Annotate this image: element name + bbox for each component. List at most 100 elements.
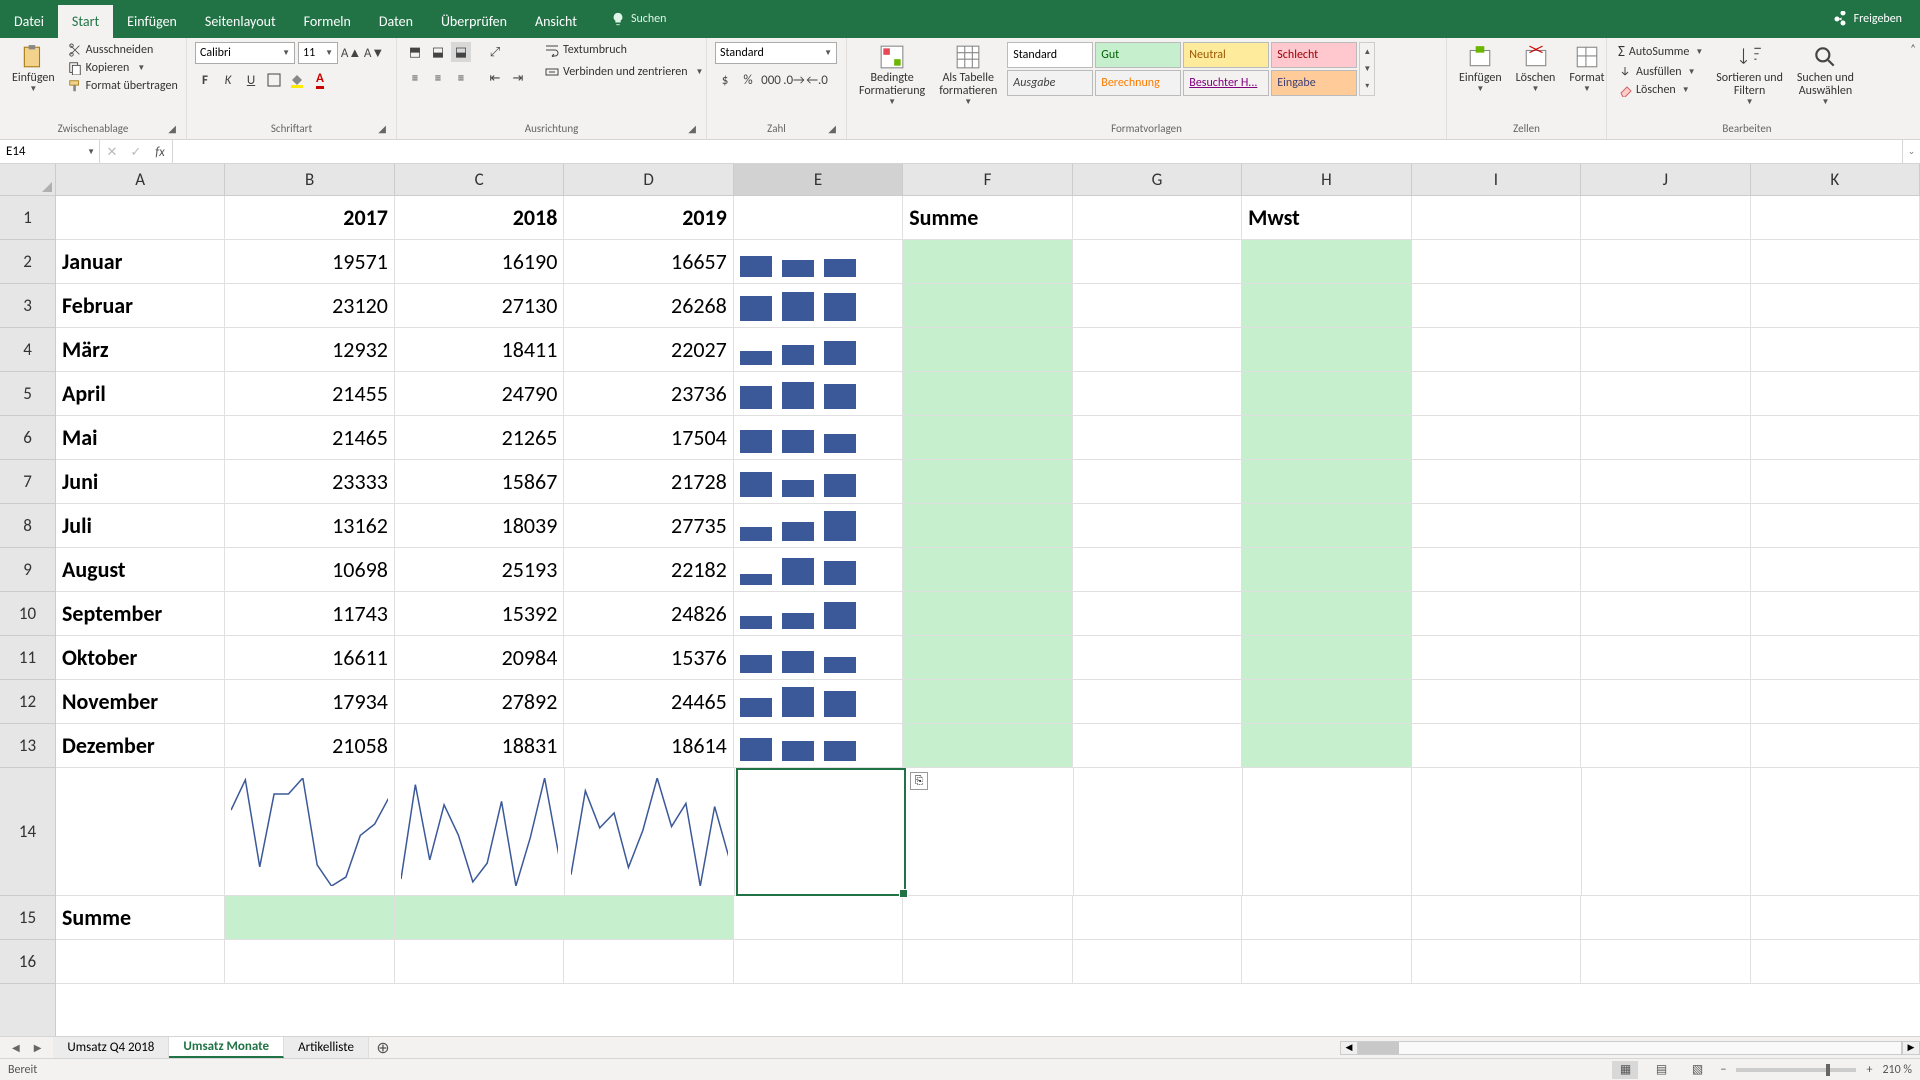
cell-D6[interactable]: 17504 (564, 416, 733, 460)
cell-G9[interactable] (1073, 548, 1242, 592)
cell-A1[interactable] (56, 196, 225, 240)
fx-icon[interactable]: fx (148, 140, 172, 164)
bold-button[interactable]: F (195, 70, 215, 90)
row-header-6[interactable]: 6 (0, 416, 55, 460)
cell-I10[interactable] (1412, 592, 1581, 636)
number-launcher[interactable]: ◢ (828, 122, 836, 135)
increase-decimal-icon[interactable]: .0→ (784, 70, 804, 90)
cell-C15[interactable] (395, 896, 564, 940)
cell-G6[interactable] (1073, 416, 1242, 460)
page-layout-view-icon[interactable]: ▤ (1648, 1061, 1674, 1079)
cell-H10[interactable] (1242, 592, 1411, 636)
cell-C14[interactable] (395, 768, 565, 896)
cell-F4[interactable] (903, 328, 1072, 372)
sheet-tab-umsatz-monate[interactable]: Umsatz Monate (169, 1037, 284, 1058)
cell-E1[interactable] (734, 196, 903, 240)
cell-G15[interactable] (1073, 896, 1242, 940)
col-header-K[interactable]: K (1751, 164, 1920, 195)
cell-B5[interactable]: 21455 (225, 372, 394, 416)
cell-C5[interactable]: 24790 (395, 372, 564, 416)
cell-H11[interactable] (1242, 636, 1411, 680)
cell-G7[interactable] (1073, 460, 1242, 504)
insert-cells-button[interactable]: Einfügen▼ (1455, 42, 1506, 96)
cell-A14[interactable] (56, 768, 225, 896)
cell-G16[interactable] (1073, 940, 1242, 984)
align-top-icon[interactable]: ⬒ (405, 42, 425, 62)
cell-C2[interactable]: 16190 (395, 240, 564, 284)
cell-D4[interactable]: 22027 (564, 328, 733, 372)
cell-E8[interactable] (734, 504, 903, 548)
cell-E6[interactable] (734, 416, 903, 460)
merge-center-button[interactable]: Verbinden und zentrieren▼ (542, 64, 706, 80)
cell-G1[interactable] (1073, 196, 1242, 240)
cell-E7[interactable] (734, 460, 903, 504)
quick-analysis-icon[interactable]: ⎘ (910, 772, 928, 790)
cell-K1[interactable] (1751, 196, 1920, 240)
row-header-11[interactable]: 11 (0, 636, 55, 680)
cell-E5[interactable] (734, 372, 903, 416)
cell-G10[interactable] (1073, 592, 1242, 636)
cell-F14[interactable] (905, 768, 1074, 896)
style-gallery-scroll[interactable]: ▲▼▾ (1359, 42, 1375, 96)
cell-D15[interactable] (564, 896, 733, 940)
formula-input[interactable] (173, 140, 1902, 163)
cell-B2[interactable]: 19571 (225, 240, 394, 284)
col-header-B[interactable]: B (225, 164, 394, 195)
orientation-icon[interactable]: ⤢ (485, 42, 505, 62)
cell-A9[interactable]: August (56, 548, 225, 592)
cell-B7[interactable]: 23333 (225, 460, 394, 504)
cell-J9[interactable] (1581, 548, 1750, 592)
row-header-7[interactable]: 7 (0, 460, 55, 504)
cell-D2[interactable]: 16657 (564, 240, 733, 284)
currency-icon[interactable]: $ (715, 70, 735, 90)
cell-A16[interactable] (56, 940, 225, 984)
cell-G14[interactable] (1074, 768, 1243, 896)
cell-H2[interactable] (1242, 240, 1411, 284)
format-painter-button[interactable]: Format übertragen (65, 78, 181, 94)
col-header-H[interactable]: H (1242, 164, 1411, 195)
cell-E10[interactable] (734, 592, 903, 636)
cell-C10[interactable]: 15392 (395, 592, 564, 636)
align-center-icon[interactable]: ≡ (428, 68, 448, 88)
cell-C9[interactable]: 25193 (395, 548, 564, 592)
row-header-1[interactable]: 1 (0, 196, 55, 240)
cell-I2[interactable] (1412, 240, 1581, 284)
col-header-D[interactable]: D (564, 164, 733, 195)
share-button[interactable]: Freigeben (1814, 0, 1920, 38)
cell-H8[interactable] (1242, 504, 1411, 548)
style-standard[interactable]: Standard (1007, 42, 1093, 68)
cell-J11[interactable] (1581, 636, 1750, 680)
cell-I9[interactable] (1412, 548, 1581, 592)
tab-ansicht[interactable]: Ansicht (521, 5, 591, 38)
cell-A7[interactable]: Juni (56, 460, 225, 504)
cell-I12[interactable] (1412, 680, 1581, 724)
cell-B11[interactable]: 16611 (225, 636, 394, 680)
border-button[interactable] (264, 70, 284, 90)
normal-view-icon[interactable]: ▦ (1612, 1061, 1638, 1079)
cell-D10[interactable]: 24826 (564, 592, 733, 636)
tell-me-search[interactable]: Suchen (611, 0, 1814, 38)
page-break-view-icon[interactable]: ▧ (1684, 1061, 1710, 1079)
zoom-level[interactable]: 210 % (1882, 1063, 1912, 1077)
cell-F11[interactable] (903, 636, 1072, 680)
col-header-C[interactable]: C (395, 164, 564, 195)
autosum-button[interactable]: ΣAutoSumme▼ (1615, 42, 1706, 62)
style-neutral[interactable]: Neutral (1183, 42, 1269, 68)
font-name-dropdown[interactable]: Calibri▼ (195, 42, 295, 64)
cell-J7[interactable] (1581, 460, 1750, 504)
cell-F8[interactable] (903, 504, 1072, 548)
cell-styles-gallery[interactable]: Standard Gut Neutral Schlecht Ausgabe Be… (1007, 42, 1357, 96)
row-header-2[interactable]: 2 (0, 240, 55, 284)
cell-F2[interactable] (903, 240, 1072, 284)
cell-J1[interactable] (1581, 196, 1750, 240)
cell-J5[interactable] (1581, 372, 1750, 416)
cell-G5[interactable] (1073, 372, 1242, 416)
cell-G3[interactable] (1073, 284, 1242, 328)
cell-H13[interactable] (1242, 724, 1411, 768)
cell-J14[interactable] (1582, 768, 1751, 896)
row-header-13[interactable]: 13 (0, 724, 55, 768)
cell-J10[interactable] (1581, 592, 1750, 636)
cell-E16[interactable] (734, 940, 903, 984)
cell-G13[interactable] (1073, 724, 1242, 768)
cell-G8[interactable] (1073, 504, 1242, 548)
